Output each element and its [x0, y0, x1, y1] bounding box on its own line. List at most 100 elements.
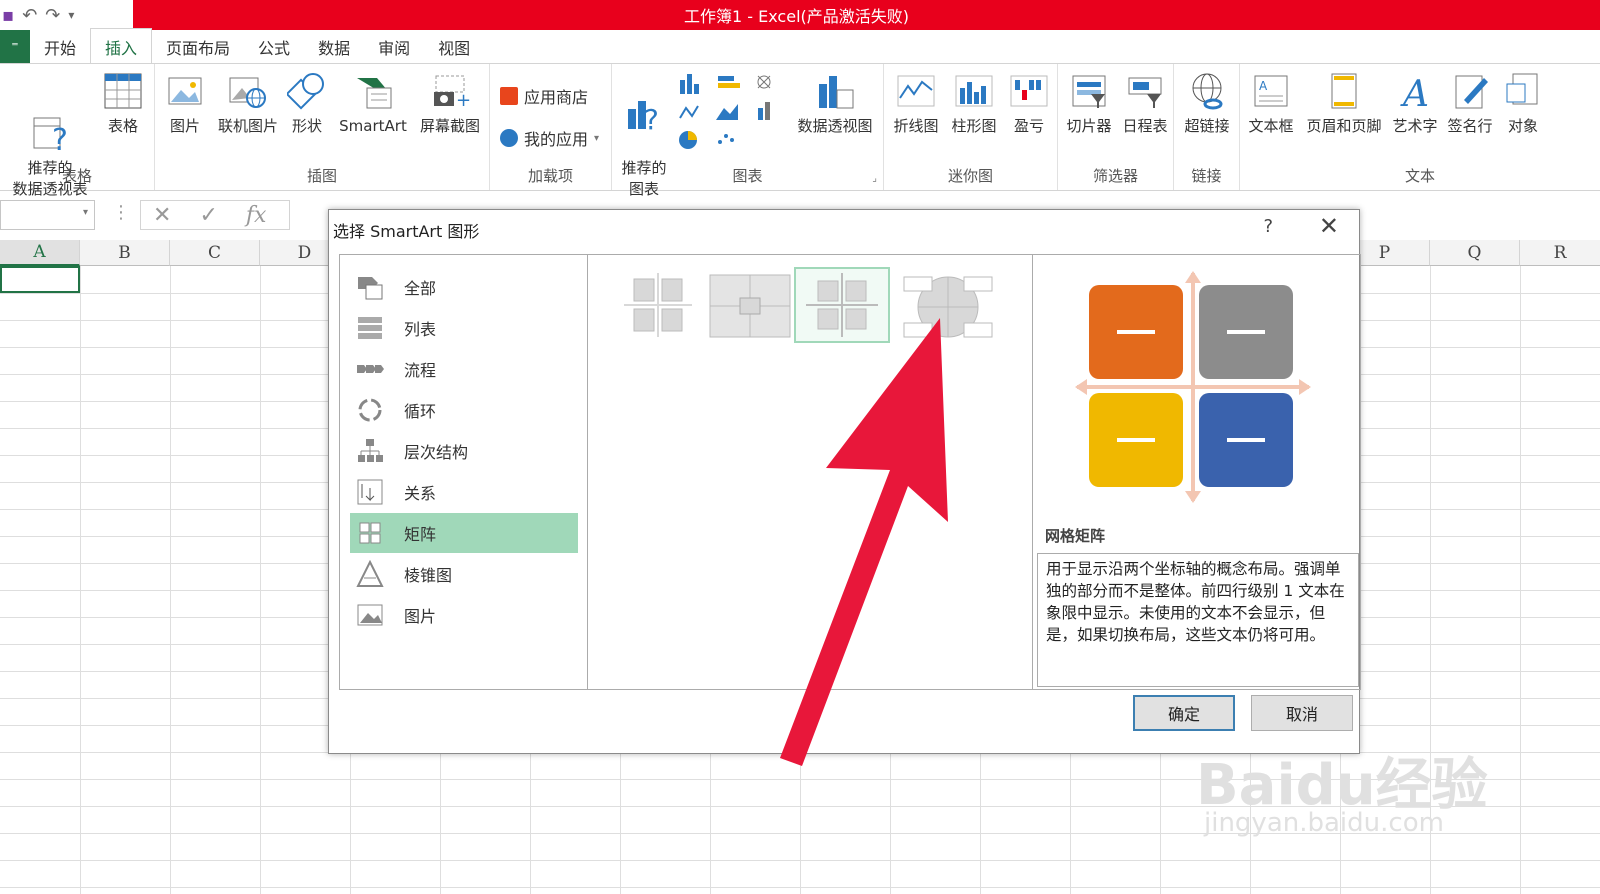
shapes-icon — [285, 70, 327, 112]
online-picture-button[interactable]: 联机图片 — [213, 70, 283, 137]
ribbon: ? 推荐的 数据透视表 表格 表格 图片 联机图片 形状 SmartArt + … — [0, 63, 1600, 198]
slicer-button[interactable]: 切片器 — [1060, 70, 1118, 137]
category-picture[interactable]: 图片 — [350, 595, 578, 635]
column-header-r[interactable]: R — [1520, 240, 1600, 266]
tab-home[interactable]: 开始 — [30, 30, 90, 64]
tab-page-layout[interactable]: 页面布局 — [152, 30, 244, 64]
online-picture-icon — [228, 70, 268, 112]
gridline — [170, 266, 171, 894]
group-label-filters: 筛选器 — [1092, 167, 1138, 185]
tab-formulas[interactable]: 公式 — [244, 30, 304, 64]
textbox-icon: A — [1251, 70, 1291, 112]
wordart-button[interactable]: A 艺术字 — [1388, 70, 1442, 137]
column-header-q[interactable]: Q — [1430, 240, 1520, 266]
tab-review[interactable]: 审阅 — [364, 30, 424, 64]
ok-button[interactable]: 确定 — [1133, 695, 1235, 731]
pyramid-icon — [356, 559, 384, 588]
group-illustrations: 图片 联机图片 形状 SmartArt + 屏幕截图 插图 — [155, 64, 490, 190]
picture-button[interactable]: 图片 — [161, 70, 209, 137]
object-button[interactable]: 对象 — [1498, 70, 1548, 137]
smartart-dialog: 选择 SmartArt 图形 ? ✕ 全部 列表 流程 循环 层次结构 关系 矩… — [328, 209, 1361, 754]
tab-view[interactable]: 视图 — [424, 30, 484, 64]
group-text: A 文本框 页眉和页脚 A 艺术字 签名行 对象 文本 — [1240, 64, 1600, 190]
category-all[interactable]: 全部 — [350, 267, 578, 307]
hyperlink-button[interactable]: 超链接 — [1180, 70, 1234, 137]
timeline-button[interactable]: 日程表 — [1118, 70, 1172, 137]
preview-description: 用于显示沿两个坐标轴的概念布局。强调单独的部分而不是整体。前四行级别 1 文本在… — [1037, 553, 1359, 687]
category-process[interactable]: 流程 — [350, 349, 578, 389]
group-charts: ? 推荐的 图表 数据透视图 ⌟ 图表 — [612, 64, 884, 198]
customize-qat-icon[interactable]: ▾ — [68, 8, 74, 22]
my-apps-icon — [500, 129, 518, 147]
column-header-c[interactable]: C — [170, 240, 260, 266]
group-label-text: 文本 — [1404, 167, 1435, 185]
gridline — [80, 266, 81, 894]
help-button[interactable]: ? — [1263, 216, 1273, 237]
header-footer-button[interactable]: 页眉和页脚 — [1300, 70, 1388, 137]
sparkline-winloss-button[interactable]: 盈亏 — [1004, 70, 1054, 137]
category-matrix[interactable]: 矩阵 — [350, 513, 578, 553]
textbox-button[interactable]: A 文本框 — [1242, 70, 1300, 137]
preview-layout-name: 网格矩阵 — [1045, 527, 1106, 545]
enter-formula-icon[interactable]: ✓ — [199, 203, 217, 228]
shapes-button[interactable]: 形状 — [285, 70, 329, 137]
insert-function-icon[interactable]: fx — [246, 203, 267, 228]
quick-access-toolbar: ▪ ↶ ↷ ▾ — [0, 0, 135, 30]
cancel-button[interactable]: 取消 — [1251, 695, 1353, 731]
group-label-charts: 图表 — [732, 167, 763, 185]
all-icon — [356, 273, 384, 301]
close-button[interactable]: ✕ — [1319, 212, 1339, 240]
layout-basic-matrix[interactable] — [610, 267, 706, 343]
sparkline-line-button[interactable]: 折线图 — [888, 70, 944, 137]
pivot-chart-button[interactable]: 数据透视图 — [790, 70, 880, 137]
layout-titled-matrix[interactable] — [702, 267, 798, 343]
undo-icon[interactable]: ↶ — [22, 5, 37, 26]
svg-text:A: A — [1259, 79, 1268, 93]
my-apps-button[interactable]: 我的应用 ▾ — [500, 126, 599, 150]
grid-matrix-preview — [1073, 269, 1313, 505]
category-list: 全部 列表 流程 循环 层次结构 关系 矩阵 棱锥图 图片 — [339, 254, 587, 690]
pivot-table-icon: ? — [30, 91, 70, 158]
smartart-button[interactable]: SmartArt — [335, 70, 411, 137]
group-sparklines: 折线图 柱形图 盈亏 迷你图 — [884, 64, 1058, 190]
tab-insert[interactable]: 插入 — [90, 28, 153, 64]
redo-icon[interactable]: ↷ — [45, 5, 60, 26]
chart-type-gallery[interactable] — [676, 72, 786, 152]
signature-line-button[interactable]: 签名行 — [1442, 70, 1498, 137]
category-pyramid[interactable]: 棱锥图 — [350, 554, 578, 594]
tab-data[interactable]: 数据 — [304, 30, 364, 64]
active-cell-a1[interactable] — [0, 266, 80, 293]
cancel-formula-icon[interactable]: ✕ — [153, 203, 171, 228]
tab-file[interactable]: 文件⁼ — [0, 30, 30, 64]
baidu-watermark-url: jingyan.baidu.com — [1204, 808, 1444, 838]
category-list-type[interactable]: 列表 — [350, 308, 578, 348]
category-cycle[interactable]: 循环 — [350, 390, 578, 430]
sparkline-column-button[interactable]: 柱形图 — [946, 70, 1002, 137]
name-box[interactable]: ▾ — [0, 200, 95, 230]
layout-cycle-matrix[interactable] — [900, 267, 996, 343]
table-button[interactable]: 表格 — [100, 70, 146, 137]
store-button[interactable]: 应用商店 — [500, 84, 588, 108]
column-header-b[interactable]: B — [80, 240, 170, 266]
category-hierarchy[interactable]: 层次结构 — [350, 431, 578, 471]
gridline — [0, 860, 1600, 861]
save-icon[interactable]: ▪ — [2, 5, 14, 26]
group-addins: 应用商店 我的应用 ▾ 加载项 — [490, 64, 612, 190]
layout-gallery — [587, 254, 1033, 690]
formula-buttons: ✕ ✓ fx — [140, 200, 290, 230]
slicer-icon — [1069, 70, 1109, 112]
group-label-illustrations: 插图 — [306, 167, 337, 185]
table-icon — [103, 70, 143, 112]
category-relationship[interactable]: 关系 — [350, 472, 578, 512]
relationship-icon — [356, 478, 384, 506]
group-label-tables: 表格 — [61, 167, 92, 185]
layout-grid-matrix[interactable] — [794, 267, 890, 343]
group-label-addins: 加载项 — [527, 167, 573, 185]
chevron-down-icon: ▾ — [82, 207, 88, 218]
smartart-icon — [353, 70, 393, 112]
group-label-links: 链接 — [1191, 167, 1222, 185]
column-header-a[interactable]: A — [0, 240, 80, 266]
screenshot-button[interactable]: + 屏幕截图 — [413, 70, 487, 137]
window-title: 工作簿1 - Excel(产品激活失败) — [684, 7, 909, 26]
gridline — [0, 887, 1600, 888]
